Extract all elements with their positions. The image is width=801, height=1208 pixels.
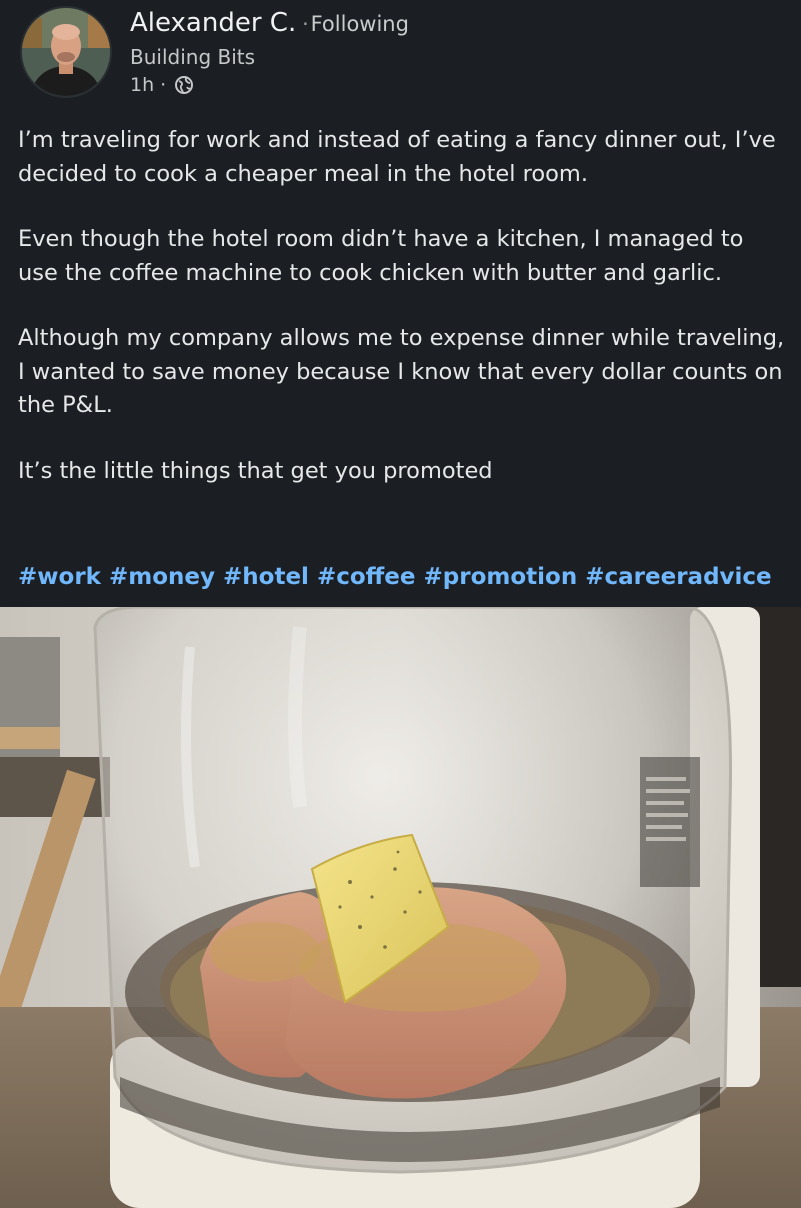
post-header: Alexander C. ·Following Building Bits 1h … [20, 4, 780, 104]
globe-icon [174, 75, 194, 95]
author-name-row: Alexander C. ·Following [130, 4, 770, 43]
post-image[interactable] [0, 607, 801, 1208]
post-paragraph: It’s the little things that get you prom… [18, 457, 493, 484]
avatar-image [22, 8, 110, 96]
name-separator: · [302, 12, 309, 36]
hashtag-link[interactable]: #coffee [317, 564, 416, 590]
hashtag-link[interactable]: #promotion [424, 564, 578, 590]
coffee-pot-chicken-photo [0, 607, 801, 1208]
post-timestamp: 1h [130, 74, 155, 96]
time-separator: · [160, 74, 167, 96]
post-body: I’m traveling for work and instead of ea… [18, 124, 788, 520]
feed-post: Alexander C. ·Following Building Bits 1h … [0, 0, 801, 1208]
follow-status[interactable]: Following [311, 12, 409, 36]
author-meta: Alexander C. ·Following Building Bits 1h … [130, 4, 770, 99]
author-headline: Building Bits [130, 45, 256, 69]
post-paragraph: Although my company allows me to expense… [18, 325, 785, 418]
hashtag-link[interactable]: #hotel [223, 564, 309, 590]
hashtag-link[interactable]: #work [18, 564, 101, 590]
post-time-row: 1h · [130, 71, 770, 99]
post-paragraph: Even though the hotel room didn’t have a… [18, 226, 744, 286]
author-name[interactable]: Alexander C. [130, 8, 296, 38]
post-paragraph: I’m traveling for work and instead of ea… [18, 127, 776, 187]
hashtag-link[interactable]: #money [109, 564, 215, 590]
hashtag-list: #work #money #hotel #coffee #promotion #… [18, 560, 798, 594]
author-avatar[interactable] [20, 6, 112, 98]
hashtag-link[interactable]: #careeradvice [585, 564, 771, 590]
